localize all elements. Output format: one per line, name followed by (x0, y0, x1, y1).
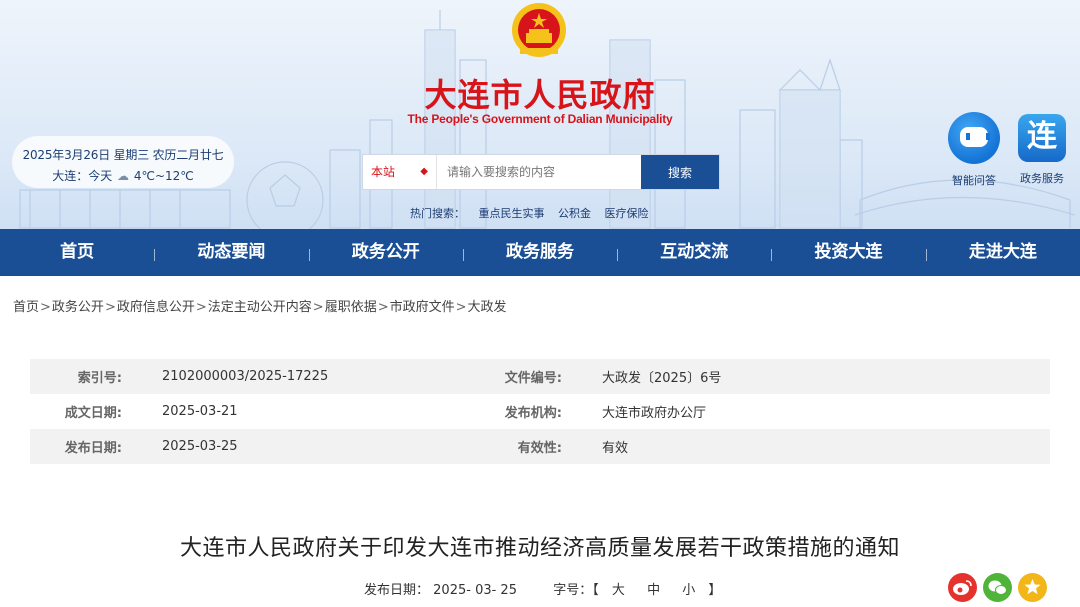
info-value: 大政发〔2025〕6号 (602, 371, 722, 386)
info-key: 成文日期: (64, 406, 122, 421)
nav-item-about[interactable]: 走进大连 (925, 229, 1080, 276)
hot-search-link[interactable]: 公积金 (558, 207, 591, 220)
site-subtitle: The People's Government of Dalian Munici… (407, 112, 673, 126)
font-size-end: 】 (708, 583, 722, 598)
info-row: 发布日期: 2025-03-25 有效性: 有效 (30, 429, 1050, 464)
app-shortcuts: 智能问答 连 政务服务 (946, 112, 1070, 188)
info-value: 有效 (602, 441, 629, 456)
font-size-large-button[interactable]: 大 (612, 583, 625, 598)
hot-search-label: 热门搜索： (410, 207, 465, 220)
info-value: 大连市政府办公厅 (602, 406, 707, 421)
publish-date-value: 2025- 03- 25 (433, 583, 517, 598)
article-title: 大连市人民政府关于印发大连市推动经济高质量发展若干政策措施的通知 (179, 536, 900, 561)
document-info-table: 索引号: 2102000003/2025-17225 文件编号: 大政发〔202… (30, 359, 1050, 464)
nav-item-interaction[interactable]: 互动交流 (617, 229, 771, 276)
hot-searches: 热门搜索： 重点民生实事 公积金 医疗保险 (410, 205, 659, 221)
date-weather-box: 2025年3月26日 星期三 农历二月廿七 大连：今天 ☁ 4℃~12℃ (12, 136, 234, 188)
breadcrumb-item[interactable]: 政务公开 (52, 300, 104, 315)
info-key: 有效性: (517, 441, 562, 456)
breadcrumb-item[interactable]: 政府信息公开 (117, 300, 195, 315)
breadcrumb-item[interactable]: 首页 (13, 300, 39, 315)
font-size-small-button[interactable]: 小 (682, 583, 695, 598)
weather-line: 大连：今天 ☁ 4℃~12℃ (12, 167, 234, 184)
lian-app-icon[interactable]: 连 (1018, 114, 1066, 162)
nav-item-invest[interactable]: 投资大连 (771, 229, 925, 276)
national-emblem-icon (512, 3, 566, 57)
favorite-star-icon[interactable] (1018, 573, 1047, 602)
nav-item-news[interactable]: 动态要闻 (154, 229, 308, 276)
gov-service-app[interactable]: 连 政务服务 (1014, 112, 1070, 188)
nav-item-gov-service[interactable]: 政务服务 (462, 229, 617, 276)
publish-date-label: 发布日期： (364, 583, 430, 598)
breadcrumb: 首页>政务公开>政府信息公开>法定主动公开内容>履职依据>市政府文件>大政发 (13, 300, 507, 315)
info-value: 2025-03-25 (162, 439, 238, 454)
caret-down-icon: ◆ (420, 166, 428, 177)
search-scope-label: 本站 (371, 165, 396, 179)
breadcrumb-item[interactable]: 履职依据 (325, 300, 377, 315)
main-nav: 首页 动态要闻 政务公开 政务服务 互动交流 投资大连 走进大连 (0, 229, 1080, 276)
nav-item-gov-open[interactable]: 政务公开 (308, 229, 463, 276)
weather-city: 大连：今天 (52, 169, 113, 183)
site-title[interactable]: 大连市人民政府 (400, 70, 680, 116)
weibo-icon[interactable] (948, 573, 977, 602)
date-text: 2025年3月26日 星期三 农历二月廿七 (22, 148, 224, 162)
font-size-label: 字号：【 (553, 583, 599, 598)
hot-search-link[interactable]: 重点民生实事 (479, 207, 545, 220)
app-label[interactable]: 智能问答 (946, 172, 1002, 188)
info-key: 文件编号: (504, 371, 562, 386)
weather-temp: 4℃~12℃ (133, 169, 194, 183)
info-row: 索引号: 2102000003/2025-17225 文件编号: 大政发〔202… (30, 359, 1050, 394)
cloud-icon: ☁ (117, 169, 130, 183)
info-value: 2102000003/2025-17225 (162, 369, 329, 384)
breadcrumb-item[interactable]: 法定主动公开内容 (208, 300, 312, 315)
info-key: 发布机构: (504, 406, 562, 421)
site-header: 大连市人民政府 The People's Government of Dalia… (0, 0, 1080, 229)
wechat-icon[interactable] (983, 573, 1012, 602)
search-bar: 本站 ◆ 搜索 (362, 154, 720, 190)
app-label[interactable]: 政务服务 (1014, 170, 1070, 186)
smart-qa-app[interactable]: 智能问答 (946, 112, 1002, 188)
search-button[interactable]: 搜索 (641, 155, 719, 189)
font-size-medium-button[interactable]: 中 (647, 583, 660, 598)
share-buttons (948, 573, 1047, 602)
search-input[interactable] (437, 155, 641, 189)
info-row: 成文日期: 2025-03-21 发布机构: 大连市政府办公厅 (30, 394, 1050, 429)
nav-item-home[interactable]: 首页 (0, 229, 154, 276)
info-value: 2025-03-21 (162, 404, 238, 419)
article-meta: 发布日期： 2025- 03- 25 字号：【 大 中 小 】 (364, 579, 721, 598)
info-key: 发布日期: (64, 441, 122, 456)
breadcrumb-item[interactable]: 市政府文件 (390, 300, 455, 315)
info-key: 索引号: (77, 371, 122, 386)
breadcrumb-item[interactable]: 大政发 (468, 300, 507, 315)
search-scope-select[interactable]: 本站 ◆ (363, 155, 437, 189)
hot-search-link[interactable]: 医疗保险 (605, 207, 649, 220)
robot-icon[interactable] (948, 112, 1000, 164)
